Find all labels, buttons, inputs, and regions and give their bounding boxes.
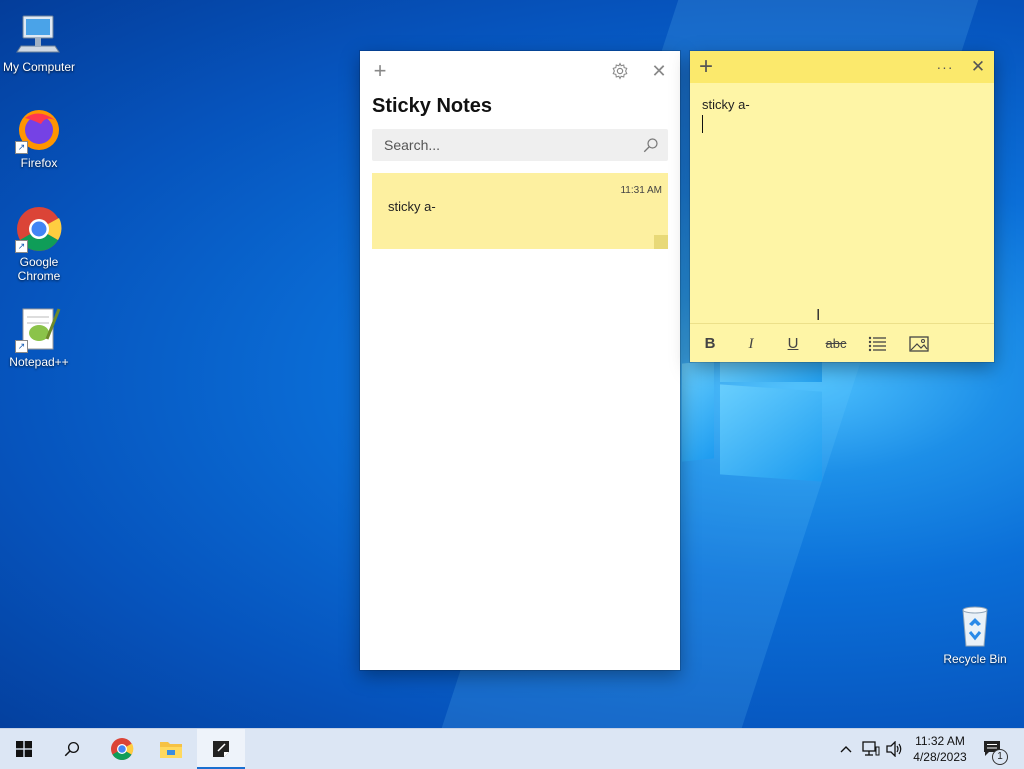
start-button[interactable] [0,729,48,769]
bullet-list-icon [868,336,886,352]
note-content-editor[interactable]: sticky a- [702,97,750,112]
action-center-button[interactable]: 1 [978,729,1008,769]
taskbar: 11:32 AM 4/28/2023 1 [0,728,1024,769]
close-icon: ✕ [651,61,667,81]
note-timestamp: 11:31 AM [620,185,662,196]
desktop-icon-notepad-plus-plus[interactable]: ↗ Notepad++ [1,305,77,369]
settings-button[interactable] [608,59,632,83]
wallpaper-window-pane [720,384,822,482]
notification-count-badge: 1 [992,749,1008,765]
text-caret [702,115,703,133]
clock-time: 11:32 AM [915,734,965,748]
add-icon: + [373,58,387,83]
volume-button[interactable] [884,729,906,769]
new-note-button[interactable]: + [368,59,392,83]
chrome-icon: ↗ [15,205,63,253]
close-icon: ✕ [970,57,986,76]
taskbar-chrome[interactable] [98,729,146,769]
desktop-icon-google-chrome[interactable]: ↗ Google Chrome [1,205,77,283]
desktop-icon-label: Notepad++ [9,355,69,369]
desktop-icon-label: Google Chrome [17,255,61,283]
desktop-icon-label: Firefox [20,156,58,170]
taskbar-clock[interactable]: 11:32 AM 4/28/2023 [905,733,975,765]
shortcut-arrow-icon: ↗ [15,340,28,353]
search-button[interactable] [48,729,96,769]
search-icon[interactable] [642,136,660,154]
add-image-button[interactable] [906,332,932,356]
show-hidden-icons-button[interactable] [836,729,856,769]
notes-list-titlebar: + ✕ [360,51,680,91]
firefox-icon: ↗ [15,106,63,154]
wallpaper-window-pane [720,362,822,382]
search-box [372,129,668,161]
note-fold-corner [654,235,668,249]
desktop-icon-firefox[interactable]: ↗ Firefox [1,106,77,170]
note-list-item[interactable]: 11:31 AM sticky a- [372,173,668,249]
clock-date: 4/28/2023 [913,750,967,764]
desktop-icon-my-computer[interactable]: My Computer [1,10,77,74]
bold-button[interactable]: B [697,332,723,356]
sticky-notes-icon [213,741,229,757]
close-note-button[interactable]: ✕ [966,55,990,79]
image-icon [909,336,929,352]
desktop-icon-recycle-bin[interactable]: Recycle Bin [937,602,1013,666]
desktop-icon-label: My Computer [2,60,76,74]
gear-icon [612,62,628,80]
add-note-button[interactable]: + [694,55,718,79]
menu-button[interactable]: ··· [933,55,957,79]
add-icon: + [698,53,713,80]
shortcut-arrow-icon: ↗ [15,240,28,253]
desktop-icon-label: Recycle Bin [943,652,1007,666]
recycle-bin-icon [951,602,999,650]
computer-icon [15,10,63,58]
notepad-plus-plus-icon: ↗ [15,305,63,353]
sticky-notes-list-window: + ✕ Sticky Notes 11:31 AM sticky a- [360,51,680,670]
underline-button[interactable]: U [780,332,806,356]
text-cursor-icon: I [816,307,821,324]
taskbar-sticky-notes[interactable] [197,729,245,769]
taskbar-file-explorer[interactable] [147,729,195,769]
close-list-button[interactable]: ✕ [647,59,671,83]
search-input[interactable] [372,129,634,161]
bullet-list-button[interactable] [864,332,890,356]
speaker-icon [886,741,902,757]
chrome-icon [111,738,134,760]
network-icon [862,741,880,756]
search-icon [64,741,80,757]
folder-icon [160,742,182,758]
wallpaper-window-pane [682,360,714,462]
network-button[interactable] [860,729,882,769]
shortcut-arrow-icon: ↗ [15,141,28,154]
strikethrough-button[interactable]: abc [820,332,852,356]
sticky-note-window: + ··· ✕ sticky a- B I U abc [690,51,994,362]
windows-logo-icon [16,741,32,757]
formatting-toolbar: B I U abc [690,323,994,363]
chevron-up-icon [840,746,852,753]
note-titlebar[interactable]: + ··· ✕ [690,51,994,83]
italic-button[interactable]: I [738,332,764,356]
notes-list-title: Sticky Notes [372,95,493,117]
more-icon: ··· [936,59,954,75]
note-preview-text: sticky a- [388,199,436,214]
